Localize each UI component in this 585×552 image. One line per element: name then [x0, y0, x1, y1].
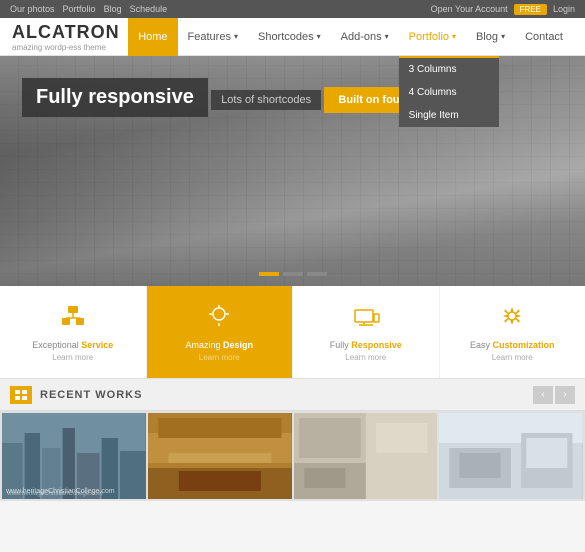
nav-addons[interactable]: Add-ons ▾ — [331, 18, 399, 56]
top-bar-left: Our photos Portfolio Blog Schedule — [10, 4, 167, 14]
topbar-our-photos[interactable]: Our photos — [10, 4, 55, 14]
works-next-button[interactable]: › — [555, 386, 575, 404]
main-nav: Home Features ▾ Shortcodes ▾ Add-ons ▾ P… — [128, 18, 573, 56]
thumb-2-bg — [148, 413, 292, 499]
nav-features[interactable]: Features ▾ — [178, 18, 248, 56]
works-nav: ‹ › — [533, 386, 575, 404]
portfolio-dropdown: 3 Columns 4 Columns Single Item — [399, 56, 499, 127]
recent-works-bar: RECENT WORKS ‹ › — [0, 379, 585, 411]
feature-responsive-learn[interactable]: Learn more — [345, 353, 386, 362]
nav-blog[interactable]: Blog ▾ — [466, 18, 515, 56]
nav-portfolio[interactable]: Portfolio ▾ 3 Columns 4 Columns Single I… — [399, 18, 466, 56]
thumb-4-bg — [439, 413, 583, 499]
dropdown-4col[interactable]: 4 Columns — [399, 81, 499, 104]
nav-shortcodes[interactable]: Shortcodes ▾ — [248, 18, 331, 56]
hero-title: Fully responsive — [22, 78, 208, 117]
feature-customization[interactable]: Easy Customization Learn more — [440, 286, 585, 378]
chevron-down-icon: ▾ — [234, 32, 238, 41]
topbar-blog[interactable]: Blog — [104, 4, 122, 14]
logo-title: ALCATRON — [12, 22, 120, 43]
hero-content: Fully responsive Lots of shortcodes Buil… — [22, 78, 462, 123]
features-row: Exceptional Service Learn more Amazing D… — [0, 286, 585, 378]
portfolio-thumb-3[interactable] — [294, 413, 438, 499]
customization-icon — [498, 302, 526, 336]
topbar-register[interactable]: Open Your Account — [431, 4, 508, 14]
nav-home[interactable]: Home — [128, 18, 177, 56]
slide-dot-3[interactable] — [307, 272, 327, 276]
hero-subtitle: Lots of shortcodes — [211, 90, 321, 110]
portfolio-thumbnails: www.heritageChristianCollege.com www.her… — [0, 411, 585, 501]
portfolio-thumb-2[interactable] — [148, 413, 292, 499]
feature-service-label: Exceptional Service — [32, 340, 113, 350]
feature-responsive-label: Fully Responsive — [330, 340, 402, 350]
feature-service-learn[interactable]: Learn more — [52, 353, 93, 362]
responsive-icon — [352, 302, 380, 336]
works-prev-button[interactable]: ‹ — [533, 386, 553, 404]
feature-design-label: Amazing Design — [185, 340, 253, 350]
topbar-login[interactable]: Login — [553, 4, 575, 14]
top-bar: Our photos Portfolio Blog Schedule Open … — [0, 0, 585, 18]
topbar-free-badge[interactable]: FREE — [514, 4, 547, 15]
watermark-text: www.heritageChristianCollege.com — [6, 488, 115, 495]
dropdown-single[interactable]: Single Item — [399, 104, 499, 127]
feature-responsive[interactable]: Fully Responsive Learn more — [293, 286, 440, 378]
recent-works-icon — [10, 386, 32, 404]
slide-dot-2[interactable] — [283, 272, 303, 276]
thumb-3-bg — [294, 413, 438, 499]
chevron-down-icon: ▾ — [385, 32, 389, 41]
portfolio-thumb-4[interactable] — [439, 413, 583, 499]
chevron-down-icon: ▾ — [452, 32, 456, 41]
portfolio-thumb-1[interactable]: www.heritageChristianCollege.com www.her… — [2, 413, 146, 499]
feature-design-learn[interactable]: Learn more — [199, 353, 240, 362]
thumb-1-bg: www.heritageChristianCollege.com www.her… — [2, 413, 146, 499]
dropdown-3col[interactable]: 3 Columns — [399, 58, 499, 81]
slide-dot-1[interactable] — [259, 272, 279, 276]
logo-tagline: amazing wordp-ess theme — [12, 43, 120, 52]
chevron-down-icon: ▾ — [317, 32, 321, 41]
feature-customization-label: Easy Customization — [470, 340, 555, 350]
feature-service[interactable]: Exceptional Service Learn more — [0, 286, 147, 378]
chevron-down-icon: ▾ — [501, 32, 505, 41]
top-bar-right: Open Your Account FREE Login — [431, 4, 575, 15]
service-icon — [59, 302, 87, 336]
nav-contact[interactable]: Contact — [515, 18, 573, 56]
design-icon — [205, 302, 233, 336]
header: ALCATRON amazing wordp-ess theme Home Fe… — [0, 18, 585, 56]
topbar-portfolio[interactable]: Portfolio — [63, 4, 96, 14]
feature-design[interactable]: Amazing Design Learn more — [147, 286, 294, 378]
feature-customization-learn[interactable]: Learn more — [492, 353, 533, 362]
recent-works-title: RECENT WORKS — [40, 389, 533, 401]
logo-area: ALCATRON amazing wordp-ess theme — [12, 22, 120, 52]
topbar-schedule[interactable]: Schedule — [130, 4, 168, 14]
hero-dots — [259, 272, 327, 276]
